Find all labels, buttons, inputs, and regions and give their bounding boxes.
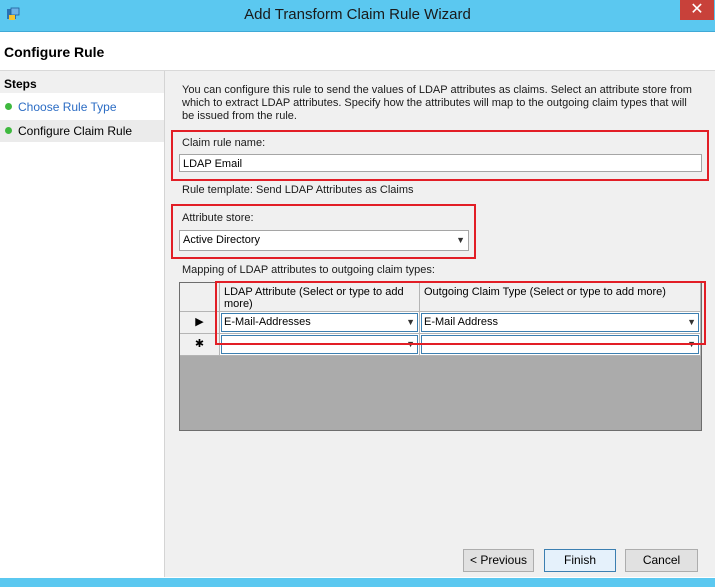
rule-template-text: Rule template: Send LDAP Attributes as C… (182, 184, 414, 196)
step-choose-rule-type[interactable]: Choose Rule Type (0, 96, 164, 118)
highlight-box-mapping (215, 281, 706, 345)
wizard-header: Configure Rule (0, 32, 715, 71)
step-configure-claim-rule[interactable]: Configure Claim Rule (0, 120, 164, 142)
mapping-label: Mapping of LDAP attributes to outgoing c… (182, 264, 435, 276)
highlight-box-claim-name (171, 130, 709, 181)
steps-pane: Steps Choose Rule Type Configure Claim R… (0, 71, 165, 577)
step-label[interactable]: Choose Rule Type (18, 100, 117, 114)
step-complete-icon (5, 103, 12, 110)
window-bottom-border (0, 578, 715, 587)
highlight-box-attribute-store (171, 204, 476, 259)
grid-corner (180, 283, 220, 312)
row-current-marker-icon: ▶ (180, 312, 220, 334)
finish-button[interactable]: Finish (544, 549, 616, 572)
new-row-marker-icon: ✱ (180, 334, 220, 356)
close-button[interactable]: ✕ (680, 0, 714, 20)
previous-button[interactable]: < Previous (463, 549, 534, 572)
window-title: Add Transform Claim Rule Wizard (244, 6, 471, 23)
page-title: Configure Rule (4, 44, 105, 60)
rule-description: You can configure this rule to send the … (182, 84, 692, 122)
step-label: Configure Claim Rule (18, 124, 133, 138)
title-bar: Add Transform Claim Rule Wizard ✕ (0, 0, 715, 32)
step-current-icon (5, 127, 12, 134)
cancel-button[interactable]: Cancel (625, 549, 698, 572)
steps-title: Steps (4, 77, 37, 91)
